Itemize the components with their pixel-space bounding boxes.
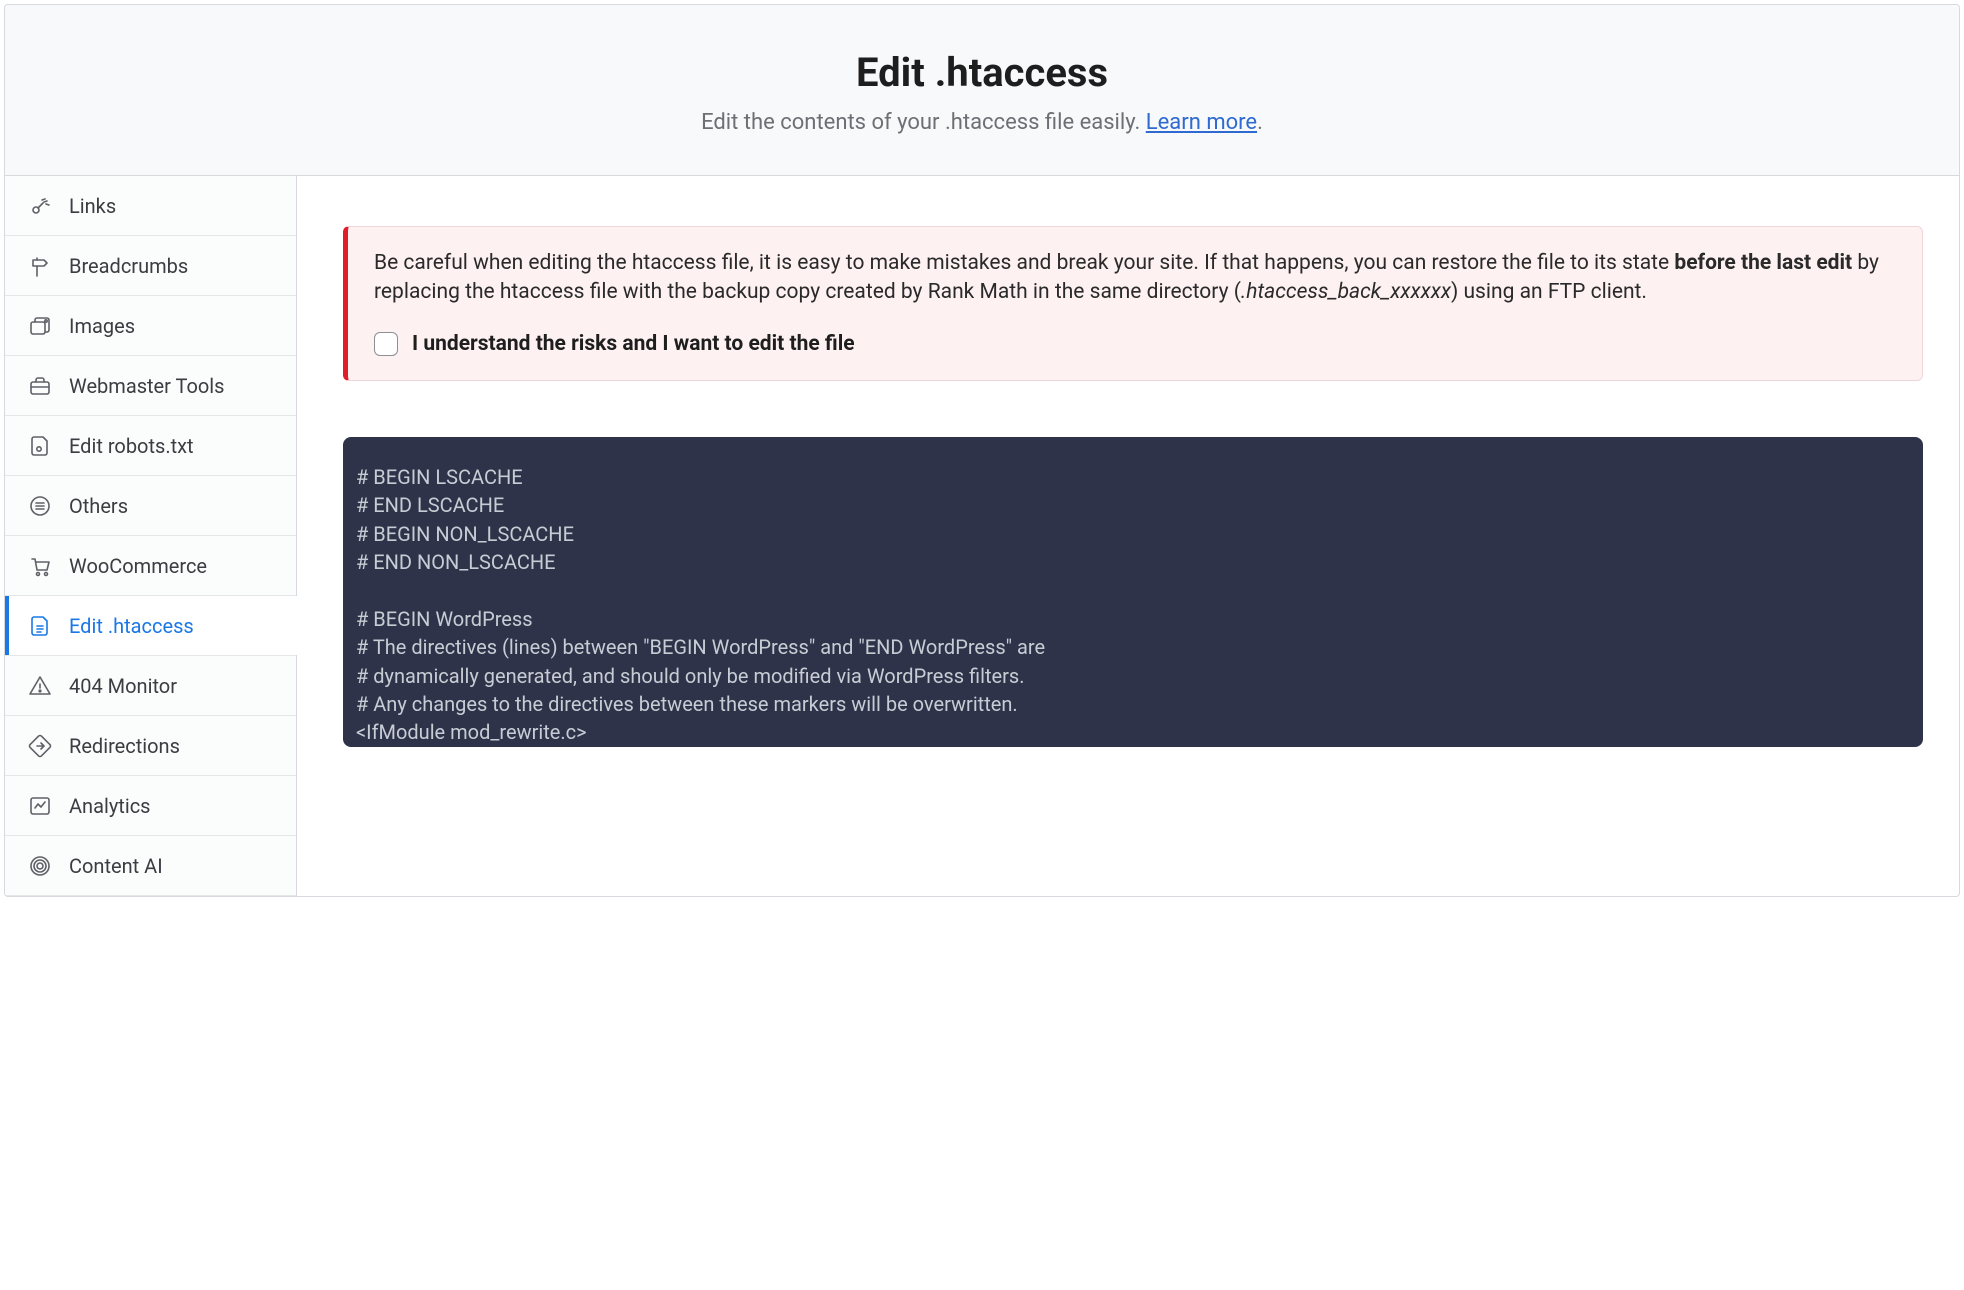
sidebar: Links Breadcrumbs Images bbox=[5, 176, 297, 896]
sidebar-item-label: Webmaster Tools bbox=[69, 374, 224, 398]
sidebar-item-label: Content AI bbox=[69, 854, 163, 878]
sidebar-item-label: Breadcrumbs bbox=[69, 254, 188, 278]
sidebar-item-label: Images bbox=[69, 314, 135, 338]
sidebar-item-label: Edit .htaccess bbox=[69, 614, 194, 638]
sidebar-item-links[interactable]: Links bbox=[5, 176, 296, 236]
sidebar-item-others[interactable]: Others bbox=[5, 476, 296, 536]
images-icon bbox=[27, 313, 53, 339]
sidebar-item-label: Analytics bbox=[69, 794, 151, 818]
consent-checkbox[interactable] bbox=[374, 332, 398, 356]
sidebar-item-htaccess[interactable]: Edit .htaccess bbox=[5, 596, 296, 656]
sidebar-item-404[interactable]: 404 Monitor bbox=[5, 656, 296, 716]
consent-row: I understand the risks and I want to edi… bbox=[374, 332, 1896, 356]
file-robots-icon bbox=[27, 433, 53, 459]
alert-ital: .htaccess_back_xxxxxx bbox=[1241, 280, 1451, 304]
sidebar-item-images[interactable]: Images bbox=[5, 296, 296, 356]
file-htaccess-icon bbox=[27, 613, 53, 639]
sidebar-item-label: Edit robots.txt bbox=[69, 434, 194, 458]
app-frame: Edit .htaccess Edit the contents of your… bbox=[4, 4, 1960, 897]
consent-label[interactable]: I understand the risks and I want to edi… bbox=[412, 332, 855, 356]
signpost-icon bbox=[27, 253, 53, 279]
sidebar-item-label: 404 Monitor bbox=[69, 674, 177, 698]
links-icon bbox=[27, 193, 53, 219]
analytics-icon bbox=[27, 793, 53, 819]
learn-more-link[interactable]: Learn more bbox=[1146, 110, 1257, 135]
sidebar-item-label: WooCommerce bbox=[69, 554, 207, 578]
cart-icon bbox=[27, 553, 53, 579]
subtitle-text-pre: Edit the contents of your .htaccess file… bbox=[701, 110, 1146, 135]
page-subtitle: Edit the contents of your .htaccess file… bbox=[25, 110, 1939, 135]
alert-seg3: ) using an FTP client. bbox=[1451, 280, 1647, 304]
alert-text: Be careful when editing the htaccess fil… bbox=[374, 249, 1896, 308]
body-layout: Links Breadcrumbs Images bbox=[5, 176, 1959, 896]
htaccess-code-viewer: # BEGIN LSCACHE # END LSCACHE # BEGIN NO… bbox=[343, 437, 1923, 747]
subtitle-text-post: . bbox=[1257, 110, 1263, 135]
sidebar-item-contentai[interactable]: Content AI bbox=[5, 836, 296, 896]
redirect-icon bbox=[27, 733, 53, 759]
page-header: Edit .htaccess Edit the contents of your… bbox=[5, 5, 1959, 176]
page-title: Edit .htaccess bbox=[25, 49, 1939, 96]
content-ai-icon bbox=[27, 853, 53, 879]
main-content: Be careful when editing the htaccess fil… bbox=[297, 176, 1959, 896]
sidebar-item-woocommerce[interactable]: WooCommerce bbox=[5, 536, 296, 596]
sidebar-item-analytics[interactable]: Analytics bbox=[5, 776, 296, 836]
sidebar-item-robots[interactable]: Edit robots.txt bbox=[5, 416, 296, 476]
warning-alert: Be careful when editing the htaccess fil… bbox=[343, 226, 1923, 381]
sidebar-item-redirections[interactable]: Redirections bbox=[5, 716, 296, 776]
alert-bold: before the last edit bbox=[1674, 251, 1852, 275]
sidebar-list: Links Breadcrumbs Images bbox=[5, 176, 296, 896]
alert-seg1: Be careful when editing the htaccess fil… bbox=[374, 251, 1674, 275]
list-icon bbox=[27, 493, 53, 519]
toolbox-icon bbox=[27, 373, 53, 399]
sidebar-item-label: Links bbox=[69, 194, 116, 218]
sidebar-item-breadcrumbs[interactable]: Breadcrumbs bbox=[5, 236, 296, 296]
sidebar-item-label: Redirections bbox=[69, 734, 180, 758]
sidebar-item-webmaster[interactable]: Webmaster Tools bbox=[5, 356, 296, 416]
warning-icon bbox=[27, 673, 53, 699]
sidebar-item-label: Others bbox=[69, 494, 128, 518]
